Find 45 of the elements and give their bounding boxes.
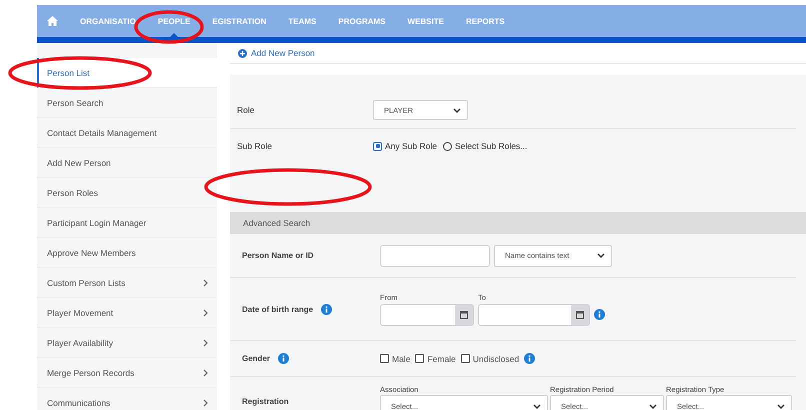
annotation-ellipse (134, 10, 204, 44)
add-person-link[interactable]: Add New Person (251, 48, 315, 58)
sidebar-item[interactable]: Add New Person (37, 148, 217, 178)
info-icon[interactable] (321, 304, 332, 314)
caret-icon (453, 108, 461, 112)
sidebar-item[interactable]: Player Movement (37, 298, 217, 328)
caret-icon (597, 253, 605, 258)
field-label: Role (237, 105, 256, 115)
info-icon[interactable] (594, 308, 605, 320)
calendar-icon[interactable] (576, 310, 584, 319)
sidebar-item[interactable]: Contact Details Management (37, 118, 217, 148)
radio-button[interactable] (442, 142, 452, 150)
calendar-icon[interactable] (460, 310, 468, 319)
info-icon[interactable] (524, 353, 536, 364)
section-header[interactable]: Advanced Search (230, 212, 806, 234)
sidebar-item[interactable]: Merge Person Records (37, 358, 217, 388)
checkbox[interactable] (380, 354, 389, 363)
checkbox-label: Male (392, 354, 410, 364)
info-icon[interactable] (278, 353, 290, 364)
checkbox-label: Undisclosed (472, 354, 520, 364)
field-label: Registration (242, 396, 289, 406)
plus-icon[interactable] (238, 48, 247, 58)
field-label: Person Name or ID (242, 251, 314, 260)
input-field[interactable] (380, 244, 490, 266)
radio-label: Any Sub Role (385, 141, 437, 151)
caret-icon (533, 404, 541, 408)
field-label: Gender (242, 354, 270, 363)
field-label: Date of birth range (242, 304, 314, 314)
date-field[interactable] (380, 304, 474, 326)
checkbox[interactable] (460, 354, 470, 363)
caret-icon (777, 404, 785, 408)
checkbox[interactable] (415, 354, 424, 363)
radio-button[interactable] (373, 142, 382, 150)
sidebar-item[interactable]: Custom Person Lists (37, 268, 217, 298)
sidebar-item[interactable]: Person Search (37, 88, 217, 118)
field-label: Sub Role (237, 141, 273, 151)
sidebar-item[interactable]: Player Availability (37, 328, 217, 358)
sidebar-item[interactable]: Approve New Members (37, 238, 217, 268)
sidebar-item[interactable]: Participant Login Manager (37, 208, 217, 238)
radio-label: Select Sub Roles... (454, 141, 528, 151)
sidebar-item[interactable]: Person Roles (37, 178, 217, 208)
caret-icon (649, 404, 657, 408)
checkbox-label: Female (427, 354, 456, 364)
sidebar-item[interactable]: Communications (37, 388, 217, 410)
date-field[interactable] (478, 304, 590, 326)
